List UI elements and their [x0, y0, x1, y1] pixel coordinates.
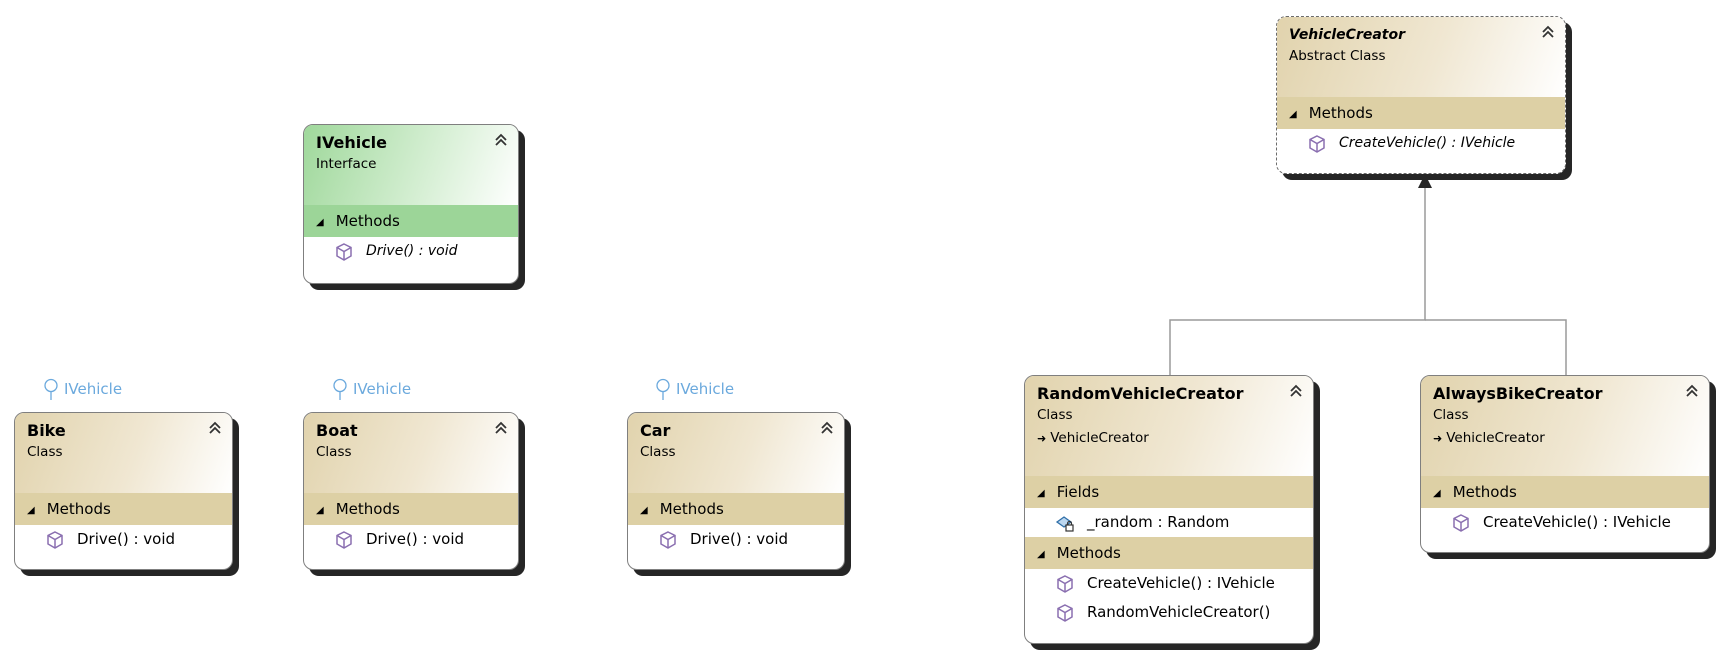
interface-name: IVehicle	[316, 133, 388, 152]
collapse-triangle-icon: ◢	[1037, 549, 1045, 560]
double-chevron-up-icon[interactable]	[1541, 25, 1555, 39]
methods-section-header[interactable]: ◢ Methods	[304, 205, 518, 237]
methods-section-header[interactable]: ◢ Methods	[304, 493, 518, 525]
double-chevron-up-icon[interactable]	[494, 421, 508, 435]
collapse-triangle-icon: ◢	[316, 217, 324, 228]
method-signature: CreateVehicle() : IVehicle	[1087, 574, 1275, 592]
method-signature: CreateVehicle() : IVehicle	[1483, 513, 1671, 531]
class-kind: Abstract Class	[1289, 48, 1386, 64]
implements-label: IVehicle	[353, 380, 412, 398]
always-bike-creator-class-box[interactable]: AlwaysBikeCreator Class ➜ VehicleCreator …	[1420, 375, 1710, 553]
method-row[interactable]: CreateVehicle() : IVehicle	[1421, 508, 1709, 537]
bike-class-box[interactable]: Bike Class ◢ Methods Drive() : void	[14, 412, 233, 570]
car-realization-label: IVehicle	[654, 378, 734, 400]
collapse-triangle-icon: ◢	[640, 505, 648, 516]
method-row[interactable]: Drive() : void	[628, 525, 844, 554]
interface-lollipop-icon	[333, 378, 347, 400]
method-signature: Drive() : void	[77, 530, 176, 548]
private-field-icon	[1055, 515, 1074, 532]
collapse-triangle-icon: ◢	[1037, 488, 1045, 499]
double-chevron-up-icon[interactable]	[208, 421, 222, 435]
class-header: Car Class	[628, 413, 844, 493]
base-class-label: ➜ VehicleCreator	[1433, 428, 1697, 449]
class-kind: Class	[27, 444, 63, 460]
collapse-triangle-icon: ◢	[1289, 109, 1297, 120]
inheritance-arrow-icon: ➜	[1037, 432, 1047, 445]
method-cube-icon	[47, 530, 63, 549]
inheritance-connector-alwaysbike	[1425, 319, 1567, 375]
vehicle-creator-class-box[interactable]: VehicleCreator Abstract Class ◢ Methods C…	[1276, 16, 1566, 174]
double-chevron-up-icon[interactable]	[494, 133, 508, 147]
method-row[interactable]: Drive() : void	[304, 237, 518, 266]
double-chevron-up-icon[interactable]	[1685, 384, 1699, 398]
implements-label: IVehicle	[676, 380, 735, 398]
methods-section-header[interactable]: ◢ Methods	[1025, 537, 1313, 569]
inheritance-arrowhead	[1418, 174, 1432, 188]
method-cube-icon	[336, 242, 352, 261]
inheritance-arrow-icon: ➜	[1433, 432, 1443, 445]
class-kind: Class	[1433, 407, 1469, 423]
car-class-box[interactable]: Car Class ◢ Methods Drive() : void	[627, 412, 845, 570]
method-row[interactable]: CreateVehicle() : IVehicle	[1025, 569, 1313, 598]
fields-section-header[interactable]: ◢ Fields	[1025, 476, 1313, 508]
collapse-triangle-icon: ◢	[316, 505, 324, 516]
boat-realization-label: IVehicle	[331, 378, 411, 400]
interface-lollipop-icon	[656, 378, 670, 400]
class-name: Bike	[27, 421, 66, 440]
class-name: AlwaysBikeCreator	[1433, 384, 1603, 403]
method-row[interactable]: CreateVehicle() : IVehicle	[1277, 129, 1565, 158]
methods-section-header[interactable]: ◢ Methods	[628, 493, 844, 525]
field-signature: _random : Random	[1087, 513, 1230, 531]
method-signature: Drive() : void	[366, 243, 458, 259]
method-signature: Drive() : void	[690, 530, 789, 548]
field-row[interactable]: _random : Random	[1025, 508, 1313, 537]
class-name: VehicleCreator	[1289, 27, 1406, 43]
method-cube-icon	[1057, 603, 1073, 622]
method-cube-icon	[336, 530, 352, 549]
method-signature: Drive() : void	[366, 530, 465, 548]
base-class-label: ➜ VehicleCreator	[1037, 428, 1301, 449]
class-kind: Class	[316, 444, 352, 460]
class-header: AlwaysBikeCreator Class ➜ VehicleCreator	[1421, 376, 1709, 476]
interface-header: IVehicle Interface	[304, 125, 518, 205]
method-signature: CreateVehicle() : IVehicle	[1339, 135, 1516, 151]
method-cube-icon	[1309, 134, 1325, 153]
class-name: RandomVehicleCreator	[1037, 384, 1244, 403]
implements-label: IVehicle	[64, 380, 123, 398]
collapse-triangle-icon: ◢	[1433, 488, 1441, 499]
method-row[interactable]: Drive() : void	[15, 525, 232, 554]
interface-lollipop-icon	[44, 378, 58, 400]
collapse-triangle-icon: ◢	[27, 505, 35, 516]
double-chevron-up-icon[interactable]	[1289, 384, 1303, 398]
interface-kind: Interface	[316, 156, 377, 172]
method-row[interactable]: Drive() : void	[304, 525, 518, 554]
class-kind: Class	[1037, 407, 1073, 423]
class-header: Bike Class	[15, 413, 232, 493]
method-cube-icon	[1453, 513, 1469, 532]
method-signature: RandomVehicleCreator()	[1087, 603, 1271, 621]
class-header: Boat Class	[304, 413, 518, 493]
class-header: RandomVehicleCreator Class ➜ VehicleCreat…	[1025, 376, 1313, 476]
class-name: Car	[640, 421, 671, 440]
class-header: VehicleCreator Abstract Class	[1277, 17, 1565, 97]
class-kind: Class	[640, 444, 676, 460]
double-chevron-up-icon[interactable]	[820, 421, 834, 435]
bike-realization-label: IVehicle	[42, 378, 122, 400]
methods-section-header[interactable]: ◢ Methods	[1421, 476, 1709, 508]
method-cube-icon	[1057, 574, 1073, 593]
method-row[interactable]: RandomVehicleCreator()	[1025, 598, 1313, 627]
methods-section-header[interactable]: ◢ Methods	[15, 493, 232, 525]
methods-section-header[interactable]: ◢ Methods	[1277, 97, 1565, 129]
inheritance-connector-random	[1169, 175, 1426, 375]
class-name: Boat	[316, 421, 358, 440]
method-cube-icon	[660, 530, 676, 549]
random-vehicle-creator-class-box[interactable]: RandomVehicleCreator Class ➜ VehicleCreat…	[1024, 375, 1314, 644]
boat-class-box[interactable]: Boat Class ◢ Methods Drive() : void	[303, 412, 519, 570]
ivehicle-interface-box[interactable]: IVehicle Interface ◢ Methods Drive() : vo…	[303, 124, 519, 284]
